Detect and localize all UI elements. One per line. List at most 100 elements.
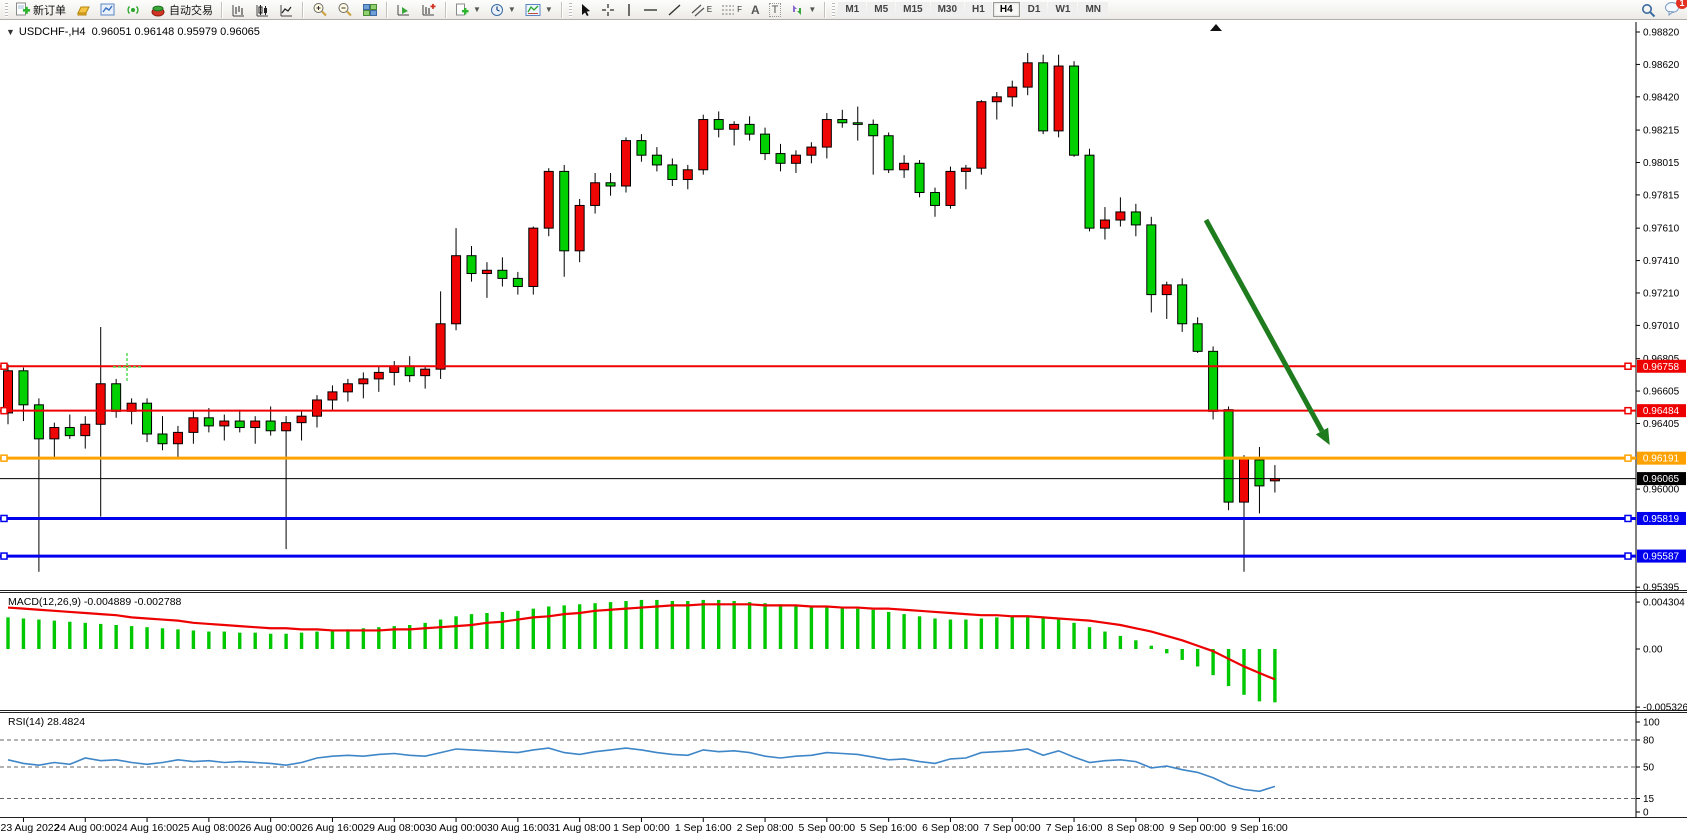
candle-body (822, 120, 831, 148)
zoom-out-button[interactable] (333, 1, 357, 19)
macd-indicator-label: MACD(12,26,9) -0.004889 -0.002788 (8, 596, 181, 608)
line-anchor[interactable] (1625, 363, 1631, 369)
rsi-tick-label: 15 (1643, 794, 1655, 805)
horizontal-line-tool-button[interactable] (639, 1, 662, 19)
macd-bar (1181, 649, 1184, 660)
candle-body (606, 183, 615, 186)
bar-chart-icon (231, 3, 246, 17)
bar-chart-button[interactable] (227, 1, 250, 19)
price-tick-label: 0.97610 (1643, 224, 1680, 235)
candle-body (591, 183, 600, 206)
macd-bar (717, 600, 720, 649)
template-button[interactable]: ▼ (521, 1, 557, 19)
tab-m1[interactable]: M1 (838, 2, 866, 17)
candlestick-button[interactable] (251, 1, 274, 19)
macd-bar (300, 633, 303, 649)
chart-shift-marker[interactable] (1210, 24, 1222, 31)
market-watch-button[interactable] (96, 1, 120, 19)
add-indicator-button[interactable] (417, 1, 441, 19)
candle-body (467, 256, 476, 274)
time-tick-label: 7 Sep 16:00 (1046, 822, 1103, 834)
line-anchor[interactable] (1, 515, 7, 521)
macd-bar (1165, 649, 1168, 653)
search-icon[interactable] (1641, 3, 1656, 18)
tab-m30[interactable]: M30 (931, 2, 964, 17)
chevron-down-icon: ▼ (508, 5, 516, 14)
indicators-button[interactable] (392, 1, 416, 19)
gold-button[interactable] (71, 1, 95, 19)
tab-m5[interactable]: M5 (867, 2, 895, 17)
new-chart-icon (455, 3, 469, 17)
macd-bar (269, 634, 272, 649)
cursor-tool-button[interactable] (575, 1, 596, 19)
fibonacci-tool-button[interactable]: F (717, 1, 746, 19)
text-label-tool-button[interactable]: T (765, 1, 786, 19)
candle-body (668, 165, 677, 180)
price-tick-label: 0.96000 (1643, 485, 1680, 496)
equidistant-channel-tool-button[interactable]: E (687, 1, 716, 19)
price-tick-label: 0.98820 (1643, 28, 1680, 39)
autotrade-button[interactable]: 自动交易 (146, 1, 217, 19)
period-clock-button[interactable]: ▼ (486, 1, 520, 19)
tab-w1[interactable]: W1 (1048, 2, 1077, 17)
line-anchor[interactable] (1, 455, 7, 461)
chevron-down-icon: ▼ (808, 5, 816, 14)
rsi-value: 28.4824 (47, 716, 85, 728)
crosshair-icon (601, 3, 615, 17)
macd-bar (794, 605, 797, 649)
tab-h1[interactable]: H1 (965, 2, 992, 17)
candle-body (961, 168, 970, 171)
candle-body (1147, 225, 1156, 295)
candle-body (776, 154, 785, 164)
candle-body (266, 421, 275, 431)
ohlc-open: 0.96051 (92, 26, 132, 38)
new-order-button[interactable]: 新订单 (11, 1, 70, 19)
vertical-line-tool-button[interactable] (620, 1, 638, 19)
candle-body (1023, 63, 1032, 87)
time-axis[interactable]: 23 Aug 202224 Aug 00:0024 Aug 16:0025 Au… (1, 818, 1288, 834)
candle-body (343, 384, 352, 392)
line-anchor[interactable] (1625, 408, 1631, 414)
chat-button[interactable]: 1 (1664, 1, 1681, 19)
hlines: 0.967580.964840.961910.960650.958190.955… (0, 360, 1686, 563)
macd-bar (130, 626, 133, 649)
ohlc-close: 0.96065 (220, 26, 260, 38)
tile-windows-button[interactable] (358, 1, 382, 19)
text-tool-button[interactable]: A (747, 1, 764, 19)
line-chart-button[interactable] (275, 1, 298, 19)
trend-arrow[interactable] (1206, 220, 1322, 431)
trendline-tool-button[interactable] (663, 1, 686, 19)
zoom-in-button[interactable] (308, 1, 332, 19)
price-axis[interactable]: 0.988200.986200.984200.982150.980150.978… (1636, 28, 1680, 594)
crosshair-tool-button[interactable] (597, 1, 619, 19)
price-tick-label: 0.97010 (1643, 321, 1680, 332)
chart-canvas[interactable]: 0.988200.986200.984200.982150.980150.978… (0, 0, 1687, 837)
symbol-ohlc-bar[interactable]: ▼USDCHF-,H4 0.96051 0.96148 0.95979 0.96… (6, 26, 260, 38)
price-tick-label: 0.98215 (1643, 126, 1680, 137)
price-tick-label: 0.97410 (1643, 256, 1680, 267)
tab-d1[interactable]: D1 (1021, 2, 1048, 17)
line-anchor[interactable] (1, 553, 7, 559)
candle-body (235, 421, 244, 427)
candle-body (143, 403, 152, 434)
tab-m15[interactable]: M15 (896, 2, 929, 17)
tab-mn[interactable]: MN (1078, 2, 1108, 17)
candle-body (359, 379, 368, 384)
time-tick-label: 30 Aug 00:00 (425, 822, 487, 834)
new-chart-button[interactable]: ▼ (451, 1, 485, 19)
line-anchor[interactable] (1625, 455, 1631, 461)
channel-glyph: E (707, 5, 712, 14)
line-anchor[interactable] (1, 408, 7, 414)
line-anchor[interactable] (1625, 515, 1631, 521)
arrows-tool-button[interactable]: ▼ (786, 1, 820, 19)
macd-bar (1242, 649, 1245, 695)
macd-bar (22, 618, 25, 649)
line-anchor[interactable] (1625, 553, 1631, 559)
candle-body (977, 102, 986, 168)
tab-h4[interactable]: H4 (993, 2, 1020, 17)
candle-body (622, 141, 631, 186)
signal-button[interactable] (121, 1, 145, 19)
macd-bar (161, 628, 164, 649)
collapse-icon[interactable]: ▼ (6, 27, 15, 37)
line-anchor[interactable] (1, 363, 7, 369)
